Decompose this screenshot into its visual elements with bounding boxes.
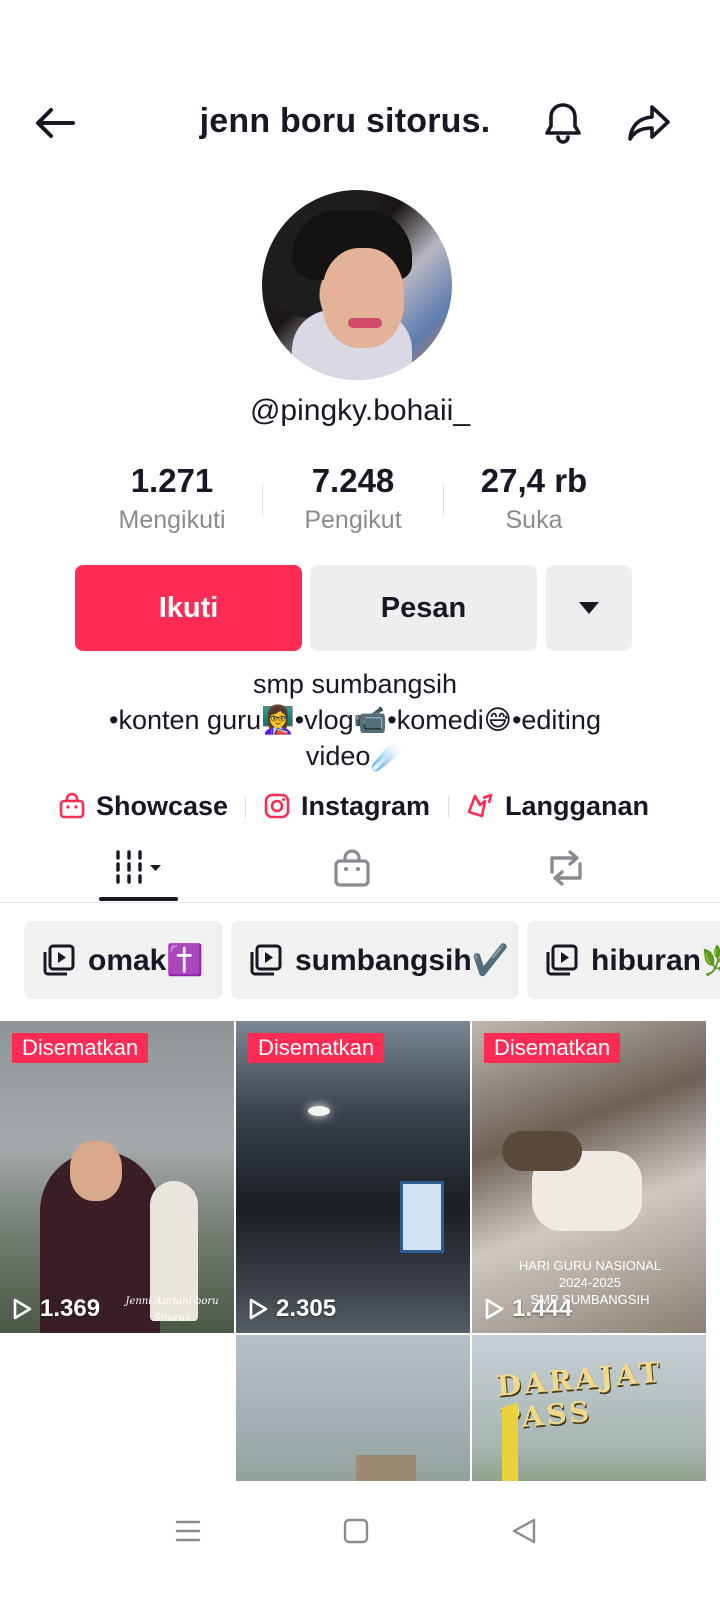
system-nav-bar bbox=[0, 1482, 720, 1600]
view-count: 1.369 bbox=[12, 1295, 100, 1323]
grid-icon bbox=[116, 850, 161, 884]
view-count: 1.444 bbox=[484, 1295, 572, 1323]
playlist-icon bbox=[546, 944, 578, 976]
back-button[interactable] bbox=[28, 100, 82, 146]
video-thumbnail[interactable]: Disematkan 2.305 bbox=[236, 1021, 470, 1333]
shopping-bag-icon bbox=[334, 849, 370, 887]
share-button[interactable] bbox=[622, 100, 676, 146]
play-icon bbox=[485, 1298, 504, 1320]
stat-following[interactable]: 1.271 Mengikuti bbox=[92, 462, 252, 535]
recent-apps-button[interactable] bbox=[158, 1506, 218, 1556]
stat-divider bbox=[443, 484, 444, 516]
instagram-icon bbox=[264, 793, 290, 819]
flag bbox=[502, 1402, 518, 1481]
system-back-button[interactable] bbox=[494, 1506, 554, 1556]
view-count: 2.305 bbox=[248, 1295, 336, 1323]
video-thumbnail[interactable]: Disematkan 1.369 Jenni Apriani boru Sito… bbox=[0, 1021, 234, 1333]
triangle-back-icon bbox=[512, 1518, 536, 1544]
link-divider bbox=[245, 796, 246, 818]
person-face bbox=[70, 1141, 122, 1201]
stat-divider bbox=[262, 484, 263, 516]
bio-line: •konten guru👩‍🏫•vlog📹•komedi😅•editing bbox=[109, 705, 601, 735]
video-thumbnail[interactable]: Disematkan HARI GURU NASIONAL 2024-2025 … bbox=[472, 1021, 706, 1333]
share-icon bbox=[628, 105, 670, 141]
repost-icon bbox=[550, 850, 582, 886]
message-button[interactable]: Pesan bbox=[310, 565, 537, 651]
view-count-value: 2.305 bbox=[276, 1295, 337, 1322]
stat-following-label: Mengikuti bbox=[118, 506, 226, 534]
subscription-icon bbox=[467, 793, 493, 818]
showcase-link[interactable]: Showcase bbox=[58, 786, 228, 826]
playlist-icon bbox=[43, 944, 75, 976]
active-tab-indicator bbox=[99, 897, 178, 901]
view-count-value: 1.369 bbox=[40, 1295, 101, 1322]
follow-button[interactable]: Ikuti bbox=[75, 565, 302, 651]
more-options-button[interactable] bbox=[546, 565, 632, 651]
shopping-bag-icon bbox=[59, 792, 85, 819]
instagram-label: Instagram bbox=[301, 790, 431, 821]
play-icon bbox=[13, 1298, 32, 1320]
tab-shop[interactable] bbox=[282, 835, 422, 901]
notification-bell-button[interactable] bbox=[536, 100, 590, 146]
signboard bbox=[400, 1181, 444, 1253]
playlist-label: hiburan🌿 bbox=[591, 943, 720, 977]
link-divider bbox=[448, 796, 449, 818]
view-count-value: 1.444 bbox=[512, 1295, 573, 1322]
stat-following-value: 1.271 bbox=[130, 462, 214, 499]
caret-down-icon bbox=[579, 602, 599, 614]
profile-actions: Ikuti Pesan bbox=[0, 565, 720, 651]
avatar-face bbox=[322, 248, 404, 348]
stat-followers-label: Pengikut bbox=[304, 506, 402, 534]
tab-videos[interactable] bbox=[70, 835, 210, 901]
playlist-chips: omak✝️ sumbangsih✔️ hiburan🌿 bbox=[24, 921, 720, 999]
house bbox=[356, 1455, 416, 1481]
square-icon bbox=[343, 1518, 369, 1544]
playlist-label: sumbangsih✔️ bbox=[295, 943, 510, 977]
pinned-badge: Disematkan bbox=[12, 1033, 149, 1063]
bell-icon bbox=[545, 103, 581, 144]
play-icon bbox=[249, 1298, 268, 1320]
avatar-lips bbox=[348, 318, 382, 328]
profile-links: Showcase Instagram Langganan bbox=[0, 786, 720, 826]
profile-bio: smp sumbangsih •konten guru👩‍🏫•vlog📹•kom… bbox=[40, 666, 670, 774]
ceiling-light bbox=[308, 1106, 330, 1116]
content-tabs bbox=[0, 835, 720, 903]
video-thumbnail[interactable] bbox=[0, 1335, 234, 1481]
subscription-link[interactable]: Langganan bbox=[465, 786, 649, 826]
instagram-link[interactable]: Instagram bbox=[263, 786, 430, 826]
stat-likes-label: Suka bbox=[505, 506, 563, 534]
profile-stats: 1.271 Mengikuti 7.248 Pengikut 27,4 rb S… bbox=[108, 462, 608, 542]
video-grid: Disematkan 1.369 Jenni Apriani boru Sito… bbox=[0, 1021, 720, 1481]
video-thumbnail[interactable]: DARAJAT PASS bbox=[472, 1335, 706, 1481]
playlist-icon bbox=[250, 944, 282, 976]
bio-line: smp sumbangsih bbox=[252, 669, 458, 699]
stat-likes[interactable]: 27,4 rb Suka bbox=[454, 462, 614, 535]
menu-icon bbox=[175, 1520, 201, 1542]
top-bar: jenn boru sitorus. bbox=[0, 88, 720, 158]
video-caption: Jenni Apriani boru Sitorus bbox=[125, 1296, 219, 1324]
home-button[interactable] bbox=[326, 1506, 386, 1556]
showcase-label: Showcase bbox=[96, 790, 229, 821]
playlist-chip[interactable]: omak✝️ bbox=[24, 921, 223, 999]
hand bbox=[502, 1131, 582, 1171]
stat-followers-value: 7.248 bbox=[311, 462, 395, 499]
page-title: jenn boru sitorus. bbox=[199, 102, 491, 140]
pinned-badge: Disematkan bbox=[484, 1033, 621, 1063]
arrow-left-icon bbox=[36, 108, 75, 138]
video-thumbnail[interactable] bbox=[236, 1335, 470, 1481]
video-caption: DARAJAT PASS bbox=[495, 1355, 665, 1436]
bio-line: video☄️ bbox=[305, 741, 405, 771]
username-handle: @pingky.bohaii_ bbox=[249, 394, 471, 427]
avatar[interactable] bbox=[262, 190, 452, 380]
stat-likes-value: 27,4 rb bbox=[480, 462, 588, 499]
playlist-chip[interactable]: sumbangsih✔️ bbox=[231, 921, 519, 999]
stat-followers[interactable]: 7.248 Pengikut bbox=[273, 462, 433, 535]
pinned-badge: Disematkan bbox=[248, 1033, 385, 1063]
subscription-label: Langganan bbox=[505, 790, 650, 821]
playlist-label: omak✝️ bbox=[88, 943, 204, 977]
tab-reposts[interactable] bbox=[496, 835, 636, 901]
playlist-chip[interactable]: hiburan🌿 bbox=[527, 921, 720, 999]
